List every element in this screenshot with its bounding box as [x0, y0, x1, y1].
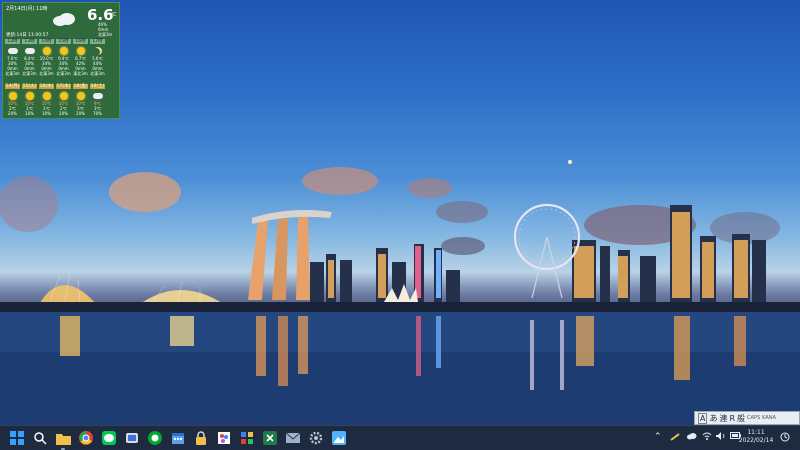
cloud-icon — [53, 13, 75, 26]
volume-icon[interactable] — [716, 432, 726, 443]
hourly-wind: 北東3m — [56, 71, 71, 76]
hourly-wind: 北東3m — [39, 71, 54, 76]
taskbar: ⌃ 11:11 2022/02/14 — [0, 425, 800, 450]
settings-icon[interactable] — [308, 430, 324, 446]
chrome-icon[interactable] — [78, 430, 94, 446]
hourly-cell: 7.0℃ 30% 0mm 北東3m — [5, 56, 20, 76]
cloud-app-icon[interactable] — [124, 430, 140, 446]
ime-r[interactable]: R — [729, 414, 735, 423]
hour-label: 16時 — [73, 39, 88, 44]
daily-cell: 10℃ 1℃ 10% — [39, 101, 54, 116]
line-icon[interactable] — [101, 430, 117, 446]
clock-time: 11:11 — [747, 429, 765, 436]
day-label: 18(金) — [73, 84, 88, 89]
wallpaper-cityscape — [0, 160, 800, 425]
day-label: 19(土) — [90, 84, 105, 89]
hour-label: 14時 — [39, 39, 54, 44]
clock[interactable]: 11:11 2022/02/14 — [736, 429, 776, 445]
mail-icon[interactable] — [285, 430, 301, 446]
widget-date: 2月14日(月) 11時 — [6, 6, 48, 12]
excel-icon[interactable] — [262, 430, 278, 446]
image-app-icon[interactable] — [331, 430, 347, 446]
cloud-sun-icon — [92, 93, 103, 99]
temperature-unit: ℃ — [111, 12, 117, 18]
daily-cell: 10℃ 2℃ 20% — [56, 101, 71, 116]
hourly-values-row: 7.0℃ 30% 0mm 北東3m 8.4℃ 30% 0mm 北東3m 10.0… — [5, 56, 105, 76]
search-icon[interactable] — [32, 430, 48, 446]
ime-general[interactable]: 般 — [737, 413, 745, 424]
hourly-wind: 東北3m — [73, 71, 88, 76]
ime-mode-a[interactable]: A — [698, 412, 708, 424]
cloud-icon — [24, 48, 35, 54]
cloud-icon — [7, 48, 18, 54]
ime-kana: KANA — [762, 415, 776, 421]
daily-cell: 10℃ 1℃ 10% — [22, 101, 37, 116]
ime-kanji[interactable]: 連 — [719, 413, 727, 424]
daily-cell: 10℃ 2℃ 20% — [5, 101, 20, 116]
hourly-wind: 北東3m — [5, 71, 20, 76]
onedrive-cloud-icon[interactable] — [686, 432, 697, 443]
sun-icon — [76, 92, 85, 100]
weather-widget[interactable]: 2月14日(月) 11時 6.6 ℃ 46% 0mm 北東3m 更新:14日 1… — [2, 2, 120, 119]
hourly-wind: 北東3m — [22, 71, 37, 76]
daily-pop: 20% — [59, 111, 68, 116]
sun-icon — [76, 47, 85, 55]
sun-icon — [42, 47, 51, 55]
sun-icon — [42, 92, 51, 100]
desktop: 2月14日(月) 11時 6.6 ℃ 46% 0mm 北東3m 更新:14日 1… — [0, 0, 800, 425]
ime-caps: CAPS — [747, 415, 761, 421]
hour-label: 13時 — [22, 39, 37, 44]
daily-pop: 20% — [76, 111, 85, 116]
daily-pop: 10% — [42, 111, 51, 116]
tray-app-icon[interactable] — [670, 432, 680, 445]
hourly-cell: 10.0℃ 34% 0mm 北東3m — [39, 56, 54, 76]
hour-label: 15時 — [56, 39, 71, 44]
sun-cloud-icon — [8, 92, 17, 100]
moon-icon — [94, 47, 102, 55]
wifi-icon[interactable] — [702, 432, 712, 443]
paint-icon[interactable] — [216, 430, 232, 446]
hourly-header-row: 12時 13時 14時 15時 16時 17時 — [5, 39, 105, 44]
day-label: 15(火) — [22, 84, 37, 89]
daily-header-row: 14(月) 15(火) 16(水) 17(木) 18(金) 19(土) — [5, 84, 105, 89]
daily-pop: 70% — [93, 111, 102, 116]
puzzle-icon[interactable] — [239, 430, 255, 446]
clock-date: 2022/02/14 — [738, 437, 774, 444]
daily-values-row: 10℃ 2℃ 20% 10℃ 1℃ 10% 10℃ 1℃ 10% 10℃ 2℃ … — [5, 101, 105, 116]
calendar-icon[interactable] — [170, 430, 186, 446]
hourly-cell: 8.4℃ 30% 0mm 北東3m — [22, 56, 37, 76]
start-icon[interactable] — [9, 430, 25, 446]
daily-cell: 9℃ 3℃ 70% — [90, 101, 105, 116]
notification-icon[interactable] — [780, 432, 790, 445]
evernote-icon[interactable] — [147, 430, 163, 446]
day-label: 14(月) — [5, 84, 20, 89]
hourly-wind: 北東3m — [90, 71, 105, 76]
sun-icon — [59, 92, 68, 100]
hourly-cell: 9.4℃ 34% 0mm 北東3m — [56, 56, 71, 76]
hourly-icons-row — [5, 46, 105, 56]
file-explorer-icon[interactable] — [55, 430, 71, 450]
chevron-up-icon[interactable]: ⌃ — [654, 432, 662, 442]
sun-cloud-icon — [25, 92, 34, 100]
day-label: 16(水) — [39, 84, 54, 89]
daily-pop: 10% — [25, 111, 34, 116]
hourly-cell: 5.6℃ 44% 0mm 北東3m — [90, 56, 105, 76]
ime-language-bar[interactable]: A あ 連 R 般 CAPS KANA — [694, 411, 800, 425]
hour-label: 17時 — [90, 39, 105, 44]
current-stats: 46% 0mm 北東3m — [98, 22, 112, 37]
sun-icon — [59, 47, 68, 55]
daily-pop: 20% — [8, 111, 17, 116]
stat-wind: 北東3m — [98, 32, 113, 37]
day-label: 17(木) — [56, 84, 71, 89]
daily-cell: 10℃ 3℃ 20% — [73, 101, 88, 116]
daily-icons-row — [5, 91, 105, 101]
hour-label: 12時 — [5, 39, 20, 44]
hourly-cell: 8.7℃ 42% 0mm 東北3m — [73, 56, 88, 76]
update-time: 更新:14日 11:00:57 — [6, 33, 49, 38]
ime-input-mode[interactable]: あ — [709, 413, 717, 424]
lock-icon[interactable] — [193, 430, 209, 446]
